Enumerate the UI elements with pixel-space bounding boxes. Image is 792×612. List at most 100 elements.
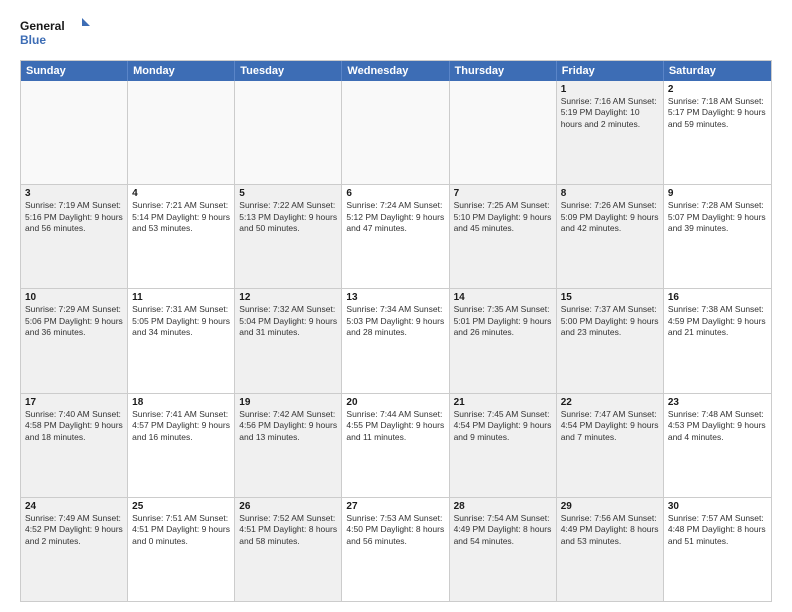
calendar-day-13: 13Sunrise: 7:34 AM Sunset: 5:03 PM Dayli… <box>342 289 449 392</box>
calendar-header: SundayMondayTuesdayWednesdayThursdayFrid… <box>21 61 771 81</box>
day-number: 11 <box>132 292 230 303</box>
day-info: Sunrise: 7:54 AM Sunset: 4:49 PM Dayligh… <box>454 513 552 547</box>
logo-svg: General Blue <box>20 16 90 52</box>
day-number: 22 <box>561 397 659 408</box>
calendar-week-3: 10Sunrise: 7:29 AM Sunset: 5:06 PM Dayli… <box>21 288 771 392</box>
day-number: 7 <box>454 188 552 199</box>
day-info: Sunrise: 7:41 AM Sunset: 4:57 PM Dayligh… <box>132 409 230 443</box>
calendar-day-3: 3Sunrise: 7:19 AM Sunset: 5:16 PM Daylig… <box>21 185 128 288</box>
day-number: 6 <box>346 188 444 199</box>
calendar-day-30: 30Sunrise: 7:57 AM Sunset: 4:48 PM Dayli… <box>664 498 771 601</box>
logo: General Blue <box>20 16 90 52</box>
day-info: Sunrise: 7:35 AM Sunset: 5:01 PM Dayligh… <box>454 304 552 338</box>
day-number: 17 <box>25 397 123 408</box>
calendar-body: 1Sunrise: 7:16 AM Sunset: 5:19 PM Daylig… <box>21 81 771 601</box>
calendar-day-2: 2Sunrise: 7:18 AM Sunset: 5:17 PM Daylig… <box>664 81 771 184</box>
day-number: 5 <box>239 188 337 199</box>
calendar-day-11: 11Sunrise: 7:31 AM Sunset: 5:05 PM Dayli… <box>128 289 235 392</box>
day-info: Sunrise: 7:51 AM Sunset: 4:51 PM Dayligh… <box>132 513 230 547</box>
day-number: 8 <box>561 188 659 199</box>
day-info: Sunrise: 7:19 AM Sunset: 5:16 PM Dayligh… <box>25 200 123 234</box>
day-number: 13 <box>346 292 444 303</box>
day-info: Sunrise: 7:28 AM Sunset: 5:07 PM Dayligh… <box>668 200 767 234</box>
calendar-day-7: 7Sunrise: 7:25 AM Sunset: 5:10 PM Daylig… <box>450 185 557 288</box>
calendar-week-2: 3Sunrise: 7:19 AM Sunset: 5:16 PM Daylig… <box>21 184 771 288</box>
day-info: Sunrise: 7:31 AM Sunset: 5:05 PM Dayligh… <box>132 304 230 338</box>
day-info: Sunrise: 7:16 AM Sunset: 5:19 PM Dayligh… <box>561 96 659 130</box>
calendar-day-21: 21Sunrise: 7:45 AM Sunset: 4:54 PM Dayli… <box>450 394 557 497</box>
day-info: Sunrise: 7:34 AM Sunset: 5:03 PM Dayligh… <box>346 304 444 338</box>
day-number: 16 <box>668 292 767 303</box>
calendar-day-20: 20Sunrise: 7:44 AM Sunset: 4:55 PM Dayli… <box>342 394 449 497</box>
calendar-day-22: 22Sunrise: 7:47 AM Sunset: 4:54 PM Dayli… <box>557 394 664 497</box>
day-info: Sunrise: 7:22 AM Sunset: 5:13 PM Dayligh… <box>239 200 337 234</box>
day-number: 21 <box>454 397 552 408</box>
day-number: 1 <box>561 84 659 95</box>
day-number: 19 <box>239 397 337 408</box>
calendar-day-15: 15Sunrise: 7:37 AM Sunset: 5:00 PM Dayli… <box>557 289 664 392</box>
day-info: Sunrise: 7:47 AM Sunset: 4:54 PM Dayligh… <box>561 409 659 443</box>
day-info: Sunrise: 7:42 AM Sunset: 4:56 PM Dayligh… <box>239 409 337 443</box>
calendar-day-19: 19Sunrise: 7:42 AM Sunset: 4:56 PM Dayli… <box>235 394 342 497</box>
calendar-empty-cell <box>128 81 235 184</box>
calendar-day-12: 12Sunrise: 7:32 AM Sunset: 5:04 PM Dayli… <box>235 289 342 392</box>
day-info: Sunrise: 7:32 AM Sunset: 5:04 PM Dayligh… <box>239 304 337 338</box>
day-number: 23 <box>668 397 767 408</box>
day-number: 9 <box>668 188 767 199</box>
day-info: Sunrise: 7:37 AM Sunset: 5:00 PM Dayligh… <box>561 304 659 338</box>
day-info: Sunrise: 7:57 AM Sunset: 4:48 PM Dayligh… <box>668 513 767 547</box>
day-info: Sunrise: 7:53 AM Sunset: 4:50 PM Dayligh… <box>346 513 444 547</box>
day-info: Sunrise: 7:49 AM Sunset: 4:52 PM Dayligh… <box>25 513 123 547</box>
day-info: Sunrise: 7:48 AM Sunset: 4:53 PM Dayligh… <box>668 409 767 443</box>
day-info: Sunrise: 7:24 AM Sunset: 5:12 PM Dayligh… <box>346 200 444 234</box>
calendar-day-5: 5Sunrise: 7:22 AM Sunset: 5:13 PM Daylig… <box>235 185 342 288</box>
day-info: Sunrise: 7:44 AM Sunset: 4:55 PM Dayligh… <box>346 409 444 443</box>
day-number: 2 <box>668 84 767 95</box>
day-number: 10 <box>25 292 123 303</box>
calendar-empty-cell <box>450 81 557 184</box>
calendar-day-26: 26Sunrise: 7:52 AM Sunset: 4:51 PM Dayli… <box>235 498 342 601</box>
day-number: 25 <box>132 501 230 512</box>
header-day-wednesday: Wednesday <box>342 61 449 81</box>
calendar-day-14: 14Sunrise: 7:35 AM Sunset: 5:01 PM Dayli… <box>450 289 557 392</box>
calendar-day-16: 16Sunrise: 7:38 AM Sunset: 4:59 PM Dayli… <box>664 289 771 392</box>
calendar-day-1: 1Sunrise: 7:16 AM Sunset: 5:19 PM Daylig… <box>557 81 664 184</box>
day-number: 29 <box>561 501 659 512</box>
calendar-week-4: 17Sunrise: 7:40 AM Sunset: 4:58 PM Dayli… <box>21 393 771 497</box>
calendar-day-27: 27Sunrise: 7:53 AM Sunset: 4:50 PM Dayli… <box>342 498 449 601</box>
day-number: 30 <box>668 501 767 512</box>
calendar-day-8: 8Sunrise: 7:26 AM Sunset: 5:09 PM Daylig… <box>557 185 664 288</box>
day-number: 4 <box>132 188 230 199</box>
calendar-day-17: 17Sunrise: 7:40 AM Sunset: 4:58 PM Dayli… <box>21 394 128 497</box>
calendar-day-29: 29Sunrise: 7:56 AM Sunset: 4:49 PM Dayli… <box>557 498 664 601</box>
day-number: 26 <box>239 501 337 512</box>
day-number: 12 <box>239 292 337 303</box>
day-number: 28 <box>454 501 552 512</box>
day-info: Sunrise: 7:25 AM Sunset: 5:10 PM Dayligh… <box>454 200 552 234</box>
header-day-tuesday: Tuesday <box>235 61 342 81</box>
svg-text:Blue: Blue <box>20 33 46 47</box>
header-day-thursday: Thursday <box>450 61 557 81</box>
day-number: 18 <box>132 397 230 408</box>
header-day-sunday: Sunday <box>21 61 128 81</box>
calendar-empty-cell <box>235 81 342 184</box>
day-info: Sunrise: 7:26 AM Sunset: 5:09 PM Dayligh… <box>561 200 659 234</box>
calendar: SundayMondayTuesdayWednesdayThursdayFrid… <box>20 60 772 602</box>
day-info: Sunrise: 7:29 AM Sunset: 5:06 PM Dayligh… <box>25 304 123 338</box>
day-info: Sunrise: 7:18 AM Sunset: 5:17 PM Dayligh… <box>668 96 767 130</box>
calendar-empty-cell <box>21 81 128 184</box>
calendar-week-1: 1Sunrise: 7:16 AM Sunset: 5:19 PM Daylig… <box>21 81 771 184</box>
day-number: 24 <box>25 501 123 512</box>
calendar-empty-cell <box>342 81 449 184</box>
day-number: 20 <box>346 397 444 408</box>
calendar-day-4: 4Sunrise: 7:21 AM Sunset: 5:14 PM Daylig… <box>128 185 235 288</box>
day-number: 3 <box>25 188 123 199</box>
day-info: Sunrise: 7:21 AM Sunset: 5:14 PM Dayligh… <box>132 200 230 234</box>
calendar-day-24: 24Sunrise: 7:49 AM Sunset: 4:52 PM Dayli… <box>21 498 128 601</box>
calendar-week-5: 24Sunrise: 7:49 AM Sunset: 4:52 PM Dayli… <box>21 497 771 601</box>
calendar-day-18: 18Sunrise: 7:41 AM Sunset: 4:57 PM Dayli… <box>128 394 235 497</box>
calendar-day-25: 25Sunrise: 7:51 AM Sunset: 4:51 PM Dayli… <box>128 498 235 601</box>
day-info: Sunrise: 7:40 AM Sunset: 4:58 PM Dayligh… <box>25 409 123 443</box>
day-info: Sunrise: 7:45 AM Sunset: 4:54 PM Dayligh… <box>454 409 552 443</box>
svg-text:General: General <box>20 19 65 33</box>
